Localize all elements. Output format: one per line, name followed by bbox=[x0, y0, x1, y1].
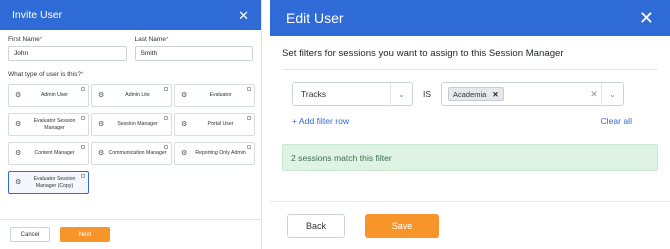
gear-icon: ⚙ bbox=[15, 178, 22, 186]
copy-icon[interactable] bbox=[247, 116, 251, 120]
user-type-question: What type of user is this?* bbox=[8, 71, 84, 78]
copy-icon[interactable] bbox=[81, 116, 85, 120]
edit-user-footer: Back Save bbox=[270, 201, 670, 249]
selected-tag: Academia ✕ bbox=[448, 87, 504, 101]
user-type-card[interactable]: ⚙ Session Manager bbox=[91, 113, 172, 136]
user-type-label: Admin Lite bbox=[125, 92, 150, 99]
close-icon[interactable]: ✕ bbox=[639, 9, 654, 27]
chevron-down-icon[interactable]: ⌄ bbox=[601, 83, 623, 105]
first-name-label: First Name* bbox=[8, 36, 43, 43]
back-button[interactable]: Back bbox=[287, 213, 345, 238]
next-button[interactable]: Next bbox=[60, 227, 110, 242]
copy-icon[interactable] bbox=[81, 145, 85, 149]
gear-icon: ⚙ bbox=[98, 149, 105, 157]
cancel-button[interactable]: Cancel bbox=[10, 227, 50, 242]
save-button[interactable]: Save bbox=[365, 213, 439, 238]
edit-user-modal: Edit User ✕ Set filters for sessions you… bbox=[270, 0, 670, 249]
last-name-field[interactable]: Smith bbox=[134, 46, 253, 61]
user-type-label: Reporting Only Admin bbox=[195, 150, 246, 157]
user-type-label: Portal User bbox=[207, 121, 234, 128]
user-type-label: Evaluator Session Manager bbox=[33, 118, 76, 131]
match-count-banner: 2 sessions match this filter bbox=[282, 144, 658, 171]
filter-value-multiselect[interactable]: Academia ✕ ✕ ⌄ bbox=[441, 82, 624, 106]
user-type-label: Content Manager bbox=[34, 150, 75, 157]
user-type-card[interactable]: ⚙ Portal User bbox=[174, 113, 255, 136]
filter-field-value: Tracks bbox=[301, 89, 327, 99]
edit-user-header: Edit User ✕ bbox=[270, 0, 670, 36]
user-type-grid: ⚙ Admin User ⚙ Admin Lite ⚙ Evaluator ⚙ Evaluat… bbox=[0, 84, 261, 194]
last-name-group: Last Name* Smith bbox=[134, 36, 253, 61]
user-type-label: Evaluator bbox=[209, 92, 232, 99]
user-type-label: Communication Manager bbox=[108, 150, 167, 157]
user-type-card[interactable]: ⚙ Content Manager bbox=[8, 142, 89, 165]
copy-icon[interactable] bbox=[164, 145, 168, 149]
tag-label: Academia bbox=[453, 89, 487, 99]
filter-operator: IS bbox=[422, 89, 432, 99]
gear-icon: ⚙ bbox=[181, 120, 188, 128]
close-icon[interactable]: ✕ bbox=[238, 9, 249, 22]
gear-icon: ⚙ bbox=[15, 120, 22, 128]
copy-icon[interactable] bbox=[164, 87, 168, 91]
gear-icon: ⚙ bbox=[181, 91, 188, 99]
user-type-label: Session Manager bbox=[117, 121, 158, 128]
name-fields: First Name* John Last Name* Smith bbox=[0, 30, 261, 61]
edit-user-title: Edit User bbox=[286, 10, 344, 26]
user-type-card[interactable]: ⚙ Evaluator Session Manager (Copy) bbox=[8, 171, 89, 194]
screenshot-stage: Invite User ✕ First Name* John Last Name… bbox=[0, 0, 670, 249]
invite-user-header: Invite User ✕ bbox=[0, 0, 261, 30]
gear-icon: ⚙ bbox=[181, 149, 188, 157]
copy-icon[interactable] bbox=[247, 145, 251, 149]
filter-row: Tracks ⌄ IS Academia ✕ ✕ ⌄ bbox=[270, 70, 670, 106]
user-type-label: Admin User bbox=[40, 92, 69, 99]
gear-icon: ⚙ bbox=[15, 91, 22, 99]
invite-user-footer: Cancel Next bbox=[0, 219, 261, 249]
gear-icon: ⚙ bbox=[98, 120, 105, 128]
copy-icon[interactable] bbox=[81, 174, 85, 178]
last-name-value: Smith bbox=[140, 50, 158, 57]
first-name-field[interactable]: John bbox=[8, 46, 127, 61]
invite-user-title: Invite User bbox=[12, 9, 63, 21]
user-type-card[interactable]: ⚙ Admin Lite bbox=[91, 84, 172, 107]
filter-field-select[interactable]: Tracks ⌄ bbox=[292, 82, 413, 106]
user-type-card[interactable]: ⚙ Reporting Only Admin bbox=[174, 142, 255, 165]
chevron-down-icon[interactable]: ⌄ bbox=[390, 83, 412, 105]
copy-icon[interactable] bbox=[247, 87, 251, 91]
filter-instructions: Set filters for sessions you want to ass… bbox=[282, 48, 564, 59]
last-name-label: Last Name* bbox=[134, 36, 169, 43]
copy-icon[interactable] bbox=[81, 87, 85, 91]
user-type-label: Evaluator Session Manager (Copy) bbox=[33, 176, 76, 189]
user-type-card[interactable]: ⚙ Admin User bbox=[8, 84, 89, 107]
clear-icon[interactable]: ✕ bbox=[587, 89, 601, 100]
user-type-card[interactable]: ⚙ Communication Manager bbox=[91, 142, 172, 165]
user-type-card[interactable]: ⚙ Evaluator bbox=[174, 84, 255, 107]
remove-tag-icon[interactable]: ✕ bbox=[492, 90, 498, 99]
user-type-card[interactable]: ⚙ Evaluator Session Manager bbox=[8, 113, 89, 136]
invite-user-modal: Invite User ✕ First Name* John Last Name… bbox=[0, 0, 262, 249]
copy-icon[interactable] bbox=[164, 116, 168, 120]
first-name-group: First Name* John bbox=[8, 36, 127, 61]
first-name-value: John bbox=[14, 50, 29, 57]
clear-all-link[interactable]: Clear all bbox=[600, 116, 632, 126]
gear-icon: ⚙ bbox=[98, 91, 105, 99]
add-filter-row-link[interactable]: + Add filter row bbox=[292, 116, 349, 126]
filter-actions: + Add filter row Clear all bbox=[270, 106, 670, 126]
gear-icon: ⚙ bbox=[15, 149, 22, 157]
